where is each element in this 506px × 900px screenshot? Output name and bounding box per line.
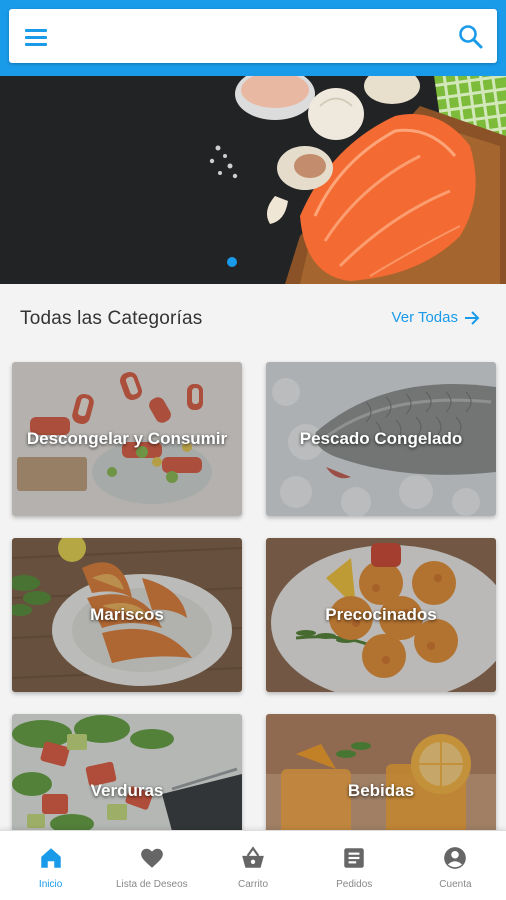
category-card-pescado-congelado[interactable]: Pescado Congelado — [266, 362, 496, 516]
nav-label: Inicio — [38, 879, 63, 890]
nav-item-carrito[interactable]: Carrito — [202, 831, 303, 900]
categories-title: Todas las Categorías — [20, 308, 203, 329]
see-all-label: Ver Todas — [391, 309, 458, 326]
category-label: Precocinados — [325, 605, 437, 624]
top-app-bar — [0, 0, 506, 76]
account-icon — [444, 847, 467, 869]
hamburger-menu-icon[interactable] — [23, 26, 51, 48]
document-icon — [344, 848, 364, 868]
categories-header: Todas las Categorías Ver Todas — [0, 284, 506, 352]
nav-item-cuenta[interactable]: Cuenta — [405, 831, 506, 900]
category-card-precocinados[interactable]: Precocinados — [266, 538, 496, 692]
nav-item-lista-de-deseos[interactable]: Lista de Deseos — [101, 831, 202, 900]
category-card-descongelar[interactable]: Descongelar y Consumir — [12, 362, 242, 516]
arrow-right-icon — [465, 310, 480, 325]
category-label: Pescado Congelado — [299, 429, 463, 448]
nav-label: Cuenta — [439, 879, 472, 890]
carousel-indicator-dot[interactable] — [227, 257, 237, 267]
category-label: Descongelar y Consumir — [26, 429, 228, 448]
basket-icon — [242, 846, 264, 868]
nav-label: Carrito — [238, 879, 269, 890]
nav-item-inicio[interactable]: Inicio — [0, 831, 101, 900]
home-icon — [40, 848, 61, 868]
see-all-link[interactable]: Ver Todas — [392, 309, 480, 326]
nav-item-pedidos[interactable]: Pedidos — [304, 831, 405, 900]
nav-label: Pedidos — [336, 879, 373, 890]
hero-banner-image[interactable] — [0, 76, 506, 284]
category-card-mariscos[interactable]: Mariscos — [12, 538, 242, 692]
search-icon[interactable] — [457, 23, 485, 51]
category-label: Mariscos — [90, 605, 164, 624]
bottom-navigation: Inicio Lista de Deseos Carrito Pedidos C… — [0, 830, 506, 900]
nav-label: Lista de Deseos — [115, 879, 188, 890]
search-bar[interactable] — [9, 9, 497, 63]
heart-icon — [140, 848, 163, 868]
